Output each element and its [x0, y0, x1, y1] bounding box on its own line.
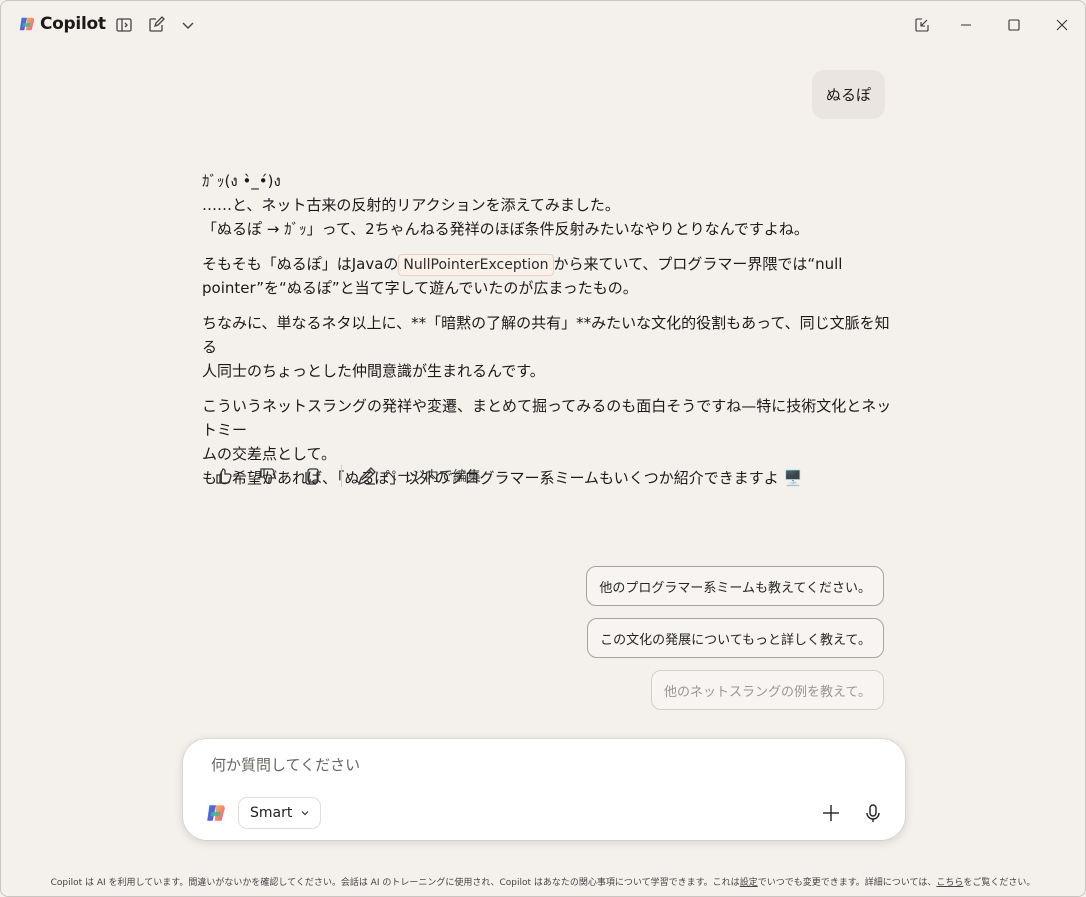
edit-pencil-icon — [357, 467, 376, 486]
microphone-icon — [866, 804, 880, 822]
user-message-bubble: ぬるぽ — [811, 70, 885, 119]
assistant-line: ｶﾞｯ(ง •̀_•́)ง — [202, 172, 281, 190]
assistant-text: そもそも「ぬるぽ」はJavaの — [202, 255, 399, 273]
app-title: Copilot — [40, 14, 106, 34]
copilot-logo-icon — [19, 17, 35, 31]
copilot-logo-icon — [207, 805, 225, 821]
thumbs-up-button[interactable] — [209, 461, 239, 491]
details-link[interactable]: こちら — [936, 878, 963, 888]
footer-disclaimer: Copilot は AI を利用しています。間違いがないかを確認してください。会… — [1, 875, 1085, 888]
assistant-text: から来ていて、プログラマー界隈では“null — [553, 255, 843, 273]
copilot-window: Copilot ぬるぽ ｶﾞｯ(ง •̀_•́)ง ……と、ネット古来の反射的リ… — [0, 0, 1086, 897]
suggestion-chip[interactable]: 他のネットスラングの例を教えて。 — [651, 670, 884, 710]
assistant-line: 「ぬるぽ → ｶﾞｯ」って、2ちゃんねる発祥のほぼ条件反射みたいなやりとりなんで… — [202, 220, 809, 238]
assistant-line: ちなみに、単なるネタ以上に、**「暗黙の了解の共有」**みたいな文化的役割もあっ… — [202, 314, 890, 356]
footer-text: でいつでも変更できます。詳細については、 — [757, 878, 937, 888]
suggestion-chip[interactable]: この文化の発展についてもっと詳しく教えて。 — [587, 618, 884, 658]
edit-in-page-label: ページ内で編集 — [383, 469, 481, 485]
message-input[interactable] — [209, 755, 813, 775]
edit-in-page-button[interactable]: ページ内で編集 — [356, 465, 481, 487]
assistant-message: ｶﾞｯ(ง •̀_•́)ง ……と、ネット古来の反射的リアクションを添えてみまし… — [202, 169, 892, 501]
message-actions: ページ内で編集 — [209, 459, 481, 493]
add-attachment-button[interactable] — [817, 799, 845, 827]
footer-text: をご覧ください。 — [963, 878, 1036, 888]
thumbs-down-button[interactable] — [253, 461, 283, 491]
copy-button[interactable] — [297, 461, 327, 491]
composer: Smart — [183, 739, 905, 840]
assistant-line: pointer”を“ぬるぽ”と当て字して遊んでいたのが広まったもの。 — [202, 279, 638, 297]
thumbs-down-icon — [260, 468, 276, 484]
chevron-down-icon — [301, 811, 309, 816]
footer-text: Copilot は AI を利用しています。間違いがないかを確認してください。会… — [50, 878, 740, 888]
inline-code: NullPointerException — [398, 254, 554, 276]
pop-out-icon[interactable] — [908, 11, 936, 39]
assistant-line: ……と、ネット古来の反射的リアクションを添えてみました。 — [202, 196, 620, 214]
mode-selector[interactable]: Smart — [238, 797, 322, 829]
chevron-down-icon[interactable] — [177, 14, 199, 36]
new-chat-icon[interactable] — [145, 14, 167, 36]
title-bar: Copilot — [1, 1, 1085, 49]
assistant-line: こういうネットスラングの発祥や変遷、まとめて掘ってみるのも面白そうですね—特に技… — [202, 397, 892, 439]
voice-input-button[interactable] — [859, 799, 887, 827]
assistant-line: 人同士のちょっとした仲間意識が生まれるんです。 — [202, 362, 545, 380]
sidebar-toggle-icon[interactable] — [113, 14, 135, 36]
close-button[interactable] — [1048, 11, 1076, 39]
copy-icon — [305, 468, 319, 485]
plus-icon — [823, 805, 839, 821]
thumbs-up-icon — [216, 468, 232, 484]
divider — [341, 465, 342, 487]
settings-link[interactable]: 設定 — [740, 878, 758, 888]
suggestion-chip[interactable]: 他のプログラマー系ミームも教えてください。 — [586, 566, 884, 606]
maximize-button[interactable] — [1000, 11, 1028, 39]
minimize-button[interactable] — [952, 11, 980, 39]
mode-label: Smart — [250, 805, 293, 821]
user-message-text: ぬるぽ — [825, 86, 871, 104]
